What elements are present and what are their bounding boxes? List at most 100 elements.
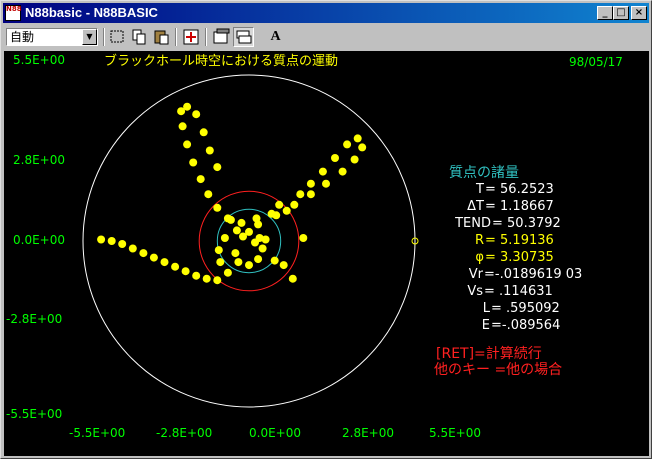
app-window: N88 N88basic - N88BASIC _ □ × 自動 ▼ A 5.5…: [0, 0, 652, 459]
quantity-value: = 1.18667: [485, 199, 554, 214]
trajectory-point: [275, 200, 284, 209]
window-mode-button[interactable]: [233, 27, 254, 47]
toolbar-separator: [205, 28, 207, 46]
quantity-value: = .595092: [491, 301, 560, 316]
quantity-label: R: [475, 233, 484, 248]
trajectory-point: [318, 167, 327, 176]
trajectory-point: [181, 267, 190, 276]
trajectory-point: [183, 102, 192, 111]
basic-screen[interactable]: 5.5E+00 2.8E+00 0.0E+00 -2.8E+00 -5.5E+0…: [4, 51, 649, 456]
toolbar-separator: [103, 28, 105, 46]
trajectory-point: [128, 244, 137, 253]
trajectory-point: [299, 234, 308, 242]
mark-icon: [110, 30, 124, 43]
trajectory-point: [270, 256, 279, 265]
close-button[interactable]: ×: [631, 6, 647, 20]
trajectory-point: [343, 140, 352, 149]
mark-button[interactable]: [107, 27, 128, 47]
font-button[interactable]: A: [265, 27, 286, 47]
trajectory-point: [279, 261, 288, 270]
mode-select[interactable]: 自動 ▼: [6, 28, 98, 46]
x-tick-label: 0.0E+00: [249, 426, 301, 440]
minimize-button[interactable]: _: [597, 6, 613, 20]
trajectory-point: [107, 237, 116, 245]
trajectory-point: [213, 163, 222, 172]
maximize-button[interactable]: □: [613, 6, 629, 20]
y-tick-label: 5.5E+00: [13, 53, 65, 67]
app-icon[interactable]: N88: [5, 5, 22, 21]
trajectory-point: [296, 190, 305, 199]
trajectory-point: [322, 179, 330, 188]
trajectory-point: [267, 209, 276, 218]
quantity-label: E: [482, 318, 490, 333]
trajectory-point: [171, 262, 180, 271]
black-hole-plot: 5.5E+00 2.8E+00 0.0E+00 -2.8E+00 -5.5E+0…: [6, 53, 623, 440]
trajectory-point: [282, 206, 291, 215]
font-icon: A: [270, 29, 281, 44]
trajectory-point: [214, 246, 223, 255]
quantity-label: TEND: [454, 216, 491, 231]
trajectory-point: [338, 167, 347, 176]
move-button[interactable]: [181, 27, 202, 47]
trajectory-point: [196, 175, 205, 184]
trajectory-point: [358, 143, 367, 152]
properties-icon: [213, 28, 230, 44]
title-bar[interactable]: N88 N88basic - N88BASIC _ □ ×: [3, 3, 649, 23]
trajectory-point: [192, 271, 201, 280]
screen-title: ブラックホール時空における質点の運動: [104, 53, 338, 69]
copy-icon: [132, 29, 146, 45]
trajectory-point: [231, 249, 240, 258]
trajectory-point: [353, 134, 362, 143]
window-title: N88basic - N88BASIC: [25, 5, 158, 20]
date-label: 98/05/17: [569, 55, 623, 69]
continue-instruction: [RET]=計算続行: [436, 345, 542, 362]
y-tick-label: 0.0E+00: [13, 233, 65, 247]
paste-icon: [154, 30, 169, 45]
trajectory-point: [118, 240, 127, 248]
trajectory-point: [216, 258, 225, 267]
chevron-down-icon[interactable]: ▼: [82, 29, 97, 45]
quantity-label: Vr: [469, 267, 484, 282]
x-tick-label: 2.8E+00: [342, 426, 394, 440]
copy-button[interactable]: [129, 27, 150, 47]
quantity-value: =-.089564: [491, 318, 560, 333]
mode-select-value: 自動: [10, 30, 35, 44]
trajectory-point: [202, 274, 211, 283]
properties-button[interactable]: [211, 27, 232, 47]
quantity-value: = 56.2523: [485, 182, 554, 197]
quantity-label: ΔT: [467, 199, 484, 214]
quantity-label: φ: [475, 250, 484, 265]
quantity-value: = .114631: [484, 284, 553, 299]
trajectory-point: [223, 268, 232, 277]
trajectory-point: [226, 215, 235, 224]
trajectory-point: [189, 158, 198, 167]
trajectory-point: [288, 274, 297, 283]
trajectory-point: [204, 190, 213, 199]
trajectory-point: [220, 234, 229, 242]
trajectory-point: [213, 203, 222, 212]
quantity-value: =-.0189619 03: [484, 267, 582, 282]
trajectory-point: [183, 140, 192, 149]
y-tick-label: 2.8E+00: [13, 153, 65, 167]
quantity-label: T: [475, 182, 484, 197]
trajectory-point: [331, 154, 339, 162]
move-icon: [183, 29, 199, 45]
trajectory-point: [97, 235, 106, 244]
panel-title: 質点の諸量: [449, 165, 519, 181]
quantity-label: Vs: [467, 284, 483, 299]
trajectory-point: [306, 190, 315, 199]
toolbar: 自動 ▼ A: [3, 25, 649, 49]
trajectory-point: [199, 128, 208, 137]
quantity-value: = 3.30735: [485, 250, 554, 265]
trajectory-point: [178, 122, 187, 131]
quantity-value: = 5.19136: [485, 233, 554, 248]
trajectory-point: [192, 110, 201, 119]
trajectory-point: [213, 276, 222, 285]
y-tick-label: -2.8E+00: [6, 312, 62, 326]
trajectory-point: [252, 214, 261, 223]
trajectory-point: [261, 235, 270, 244]
trajectory-point: [205, 146, 214, 155]
x-tick-label: 5.5E+00: [429, 426, 481, 440]
paste-button[interactable]: [151, 27, 172, 47]
outer-boundary-circle: [82, 74, 416, 408]
